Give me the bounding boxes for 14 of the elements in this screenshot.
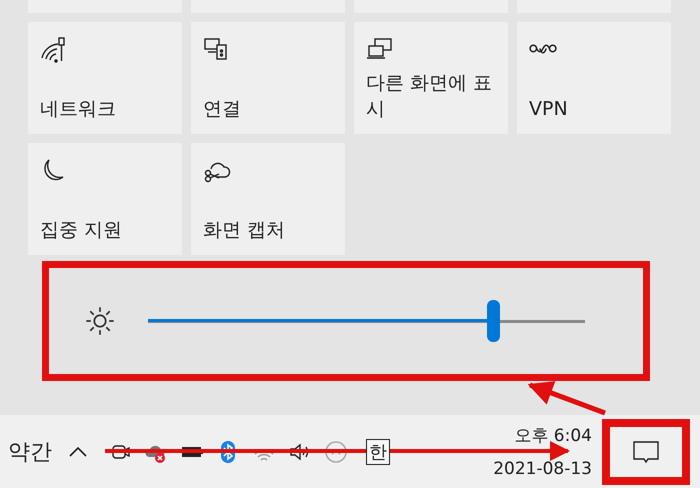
quick-action-tile[interactable]: 네트워크: [28, 22, 182, 134]
quick-action-tile[interactable]: 집중 지원: [28, 143, 182, 255]
quick-action-tile[interactable]: 연결: [191, 22, 345, 134]
quick-action-tile[interactable]: 화면 캡처: [191, 143, 345, 255]
clock-time[interactable]: 오후 6:04: [514, 424, 592, 447]
input-method-indicator[interactable]: 한: [366, 438, 390, 464]
clock-date[interactable]: 2021-08-13: [493, 459, 592, 479]
taskbar-text: 약간: [8, 438, 52, 466]
quick-action-tile[interactable]: VPN: [517, 22, 671, 134]
vpn-icon: [529, 44, 557, 54]
slider-thumb[interactable]: [487, 300, 500, 342]
brightness-icon: [84, 305, 116, 337]
close-circle-icon[interactable]: [324, 440, 348, 464]
quick-action-tile[interactable]: 다른 화면에 표시: [354, 22, 508, 134]
